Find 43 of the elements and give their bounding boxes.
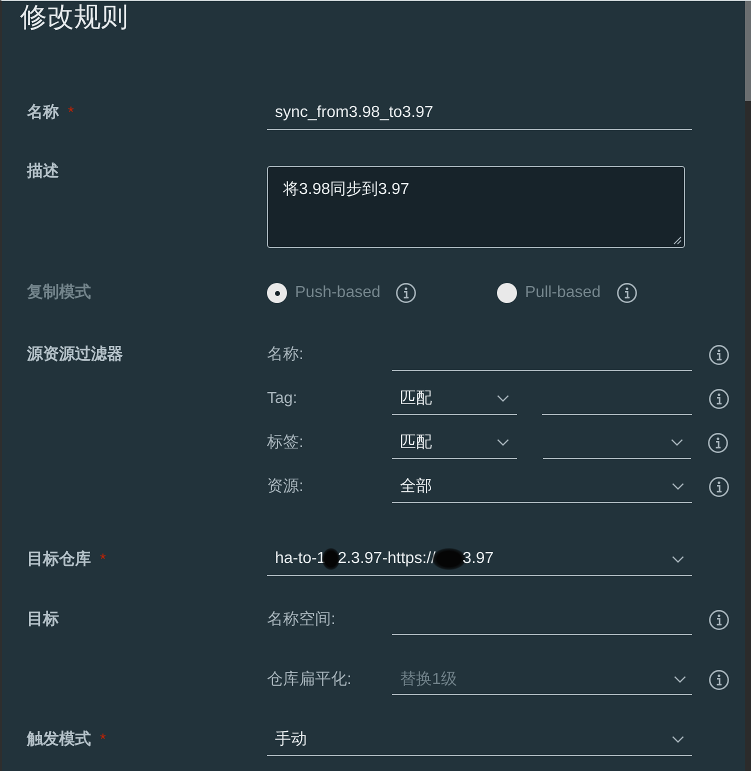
filter-label: 名称: bbox=[267, 345, 304, 365]
resource-select[interactable]: 全部 bbox=[392, 470, 692, 503]
field-label: 名称 bbox=[27, 103, 59, 123]
field-label: 复制模式 bbox=[27, 283, 91, 303]
destination-label: 名称空间: bbox=[267, 610, 336, 630]
scrollbar-thumb[interactable] bbox=[745, 1, 751, 101]
radio-label: Pull-based bbox=[525, 284, 601, 302]
match-select[interactable]: 匹配 bbox=[392, 426, 517, 459]
name-input[interactable]: sync_from3.98_to3.97 bbox=[267, 96, 692, 130]
info-icon[interactable] bbox=[616, 283, 637, 303]
info-icon[interactable] bbox=[709, 610, 729, 630]
field-label: 目标仓库 bbox=[27, 550, 91, 570]
info-icon[interactable] bbox=[709, 670, 729, 690]
info-icon[interactable] bbox=[396, 283, 416, 303]
radio-label: Push-based bbox=[295, 284, 380, 302]
resize-grip-icon[interactable] bbox=[673, 236, 682, 245]
field-label: 触发模式 bbox=[27, 730, 91, 750]
description-textarea[interactable]: 将3.98同步到3.97 bbox=[267, 166, 685, 248]
field-label: 源资源过滤器 bbox=[27, 344, 123, 364]
chevron-down-icon bbox=[672, 556, 684, 562]
trigger-mode-select[interactable]: 手动 bbox=[267, 724, 692, 756]
registry-select[interactable]: ha-to-1 2.3.97-https:// 3.97 bbox=[267, 543, 692, 576]
field-label: 目标 bbox=[27, 610, 59, 630]
info-icon[interactable] bbox=[709, 476, 729, 496]
filter-label: 标签: bbox=[267, 433, 304, 453]
required-asterisk: * bbox=[100, 550, 106, 570]
chevron-down-icon bbox=[671, 438, 683, 446]
destination-label: 仓库扁平化: bbox=[267, 670, 352, 690]
required-asterisk: * bbox=[68, 103, 74, 123]
chevron-down-icon bbox=[672, 482, 684, 490]
info-icon[interactable] bbox=[709, 344, 729, 364]
filter-label: 资源: bbox=[267, 477, 304, 497]
info-icon[interactable] bbox=[708, 432, 728, 452]
chevron-down-icon bbox=[497, 394, 509, 402]
match-select[interactable]: 匹配 bbox=[392, 382, 517, 415]
filter-label: Tag: bbox=[267, 390, 298, 408]
dialog-title: 修改规则 bbox=[20, 1, 129, 33]
info-icon[interactable] bbox=[709, 388, 729, 408]
chevron-down-icon bbox=[674, 676, 686, 682]
required-asterisk: * bbox=[100, 730, 106, 750]
chevron-down-icon bbox=[672, 736, 684, 743]
chevron-down-icon bbox=[497, 438, 509, 446]
field-label: 描述 bbox=[27, 162, 59, 182]
